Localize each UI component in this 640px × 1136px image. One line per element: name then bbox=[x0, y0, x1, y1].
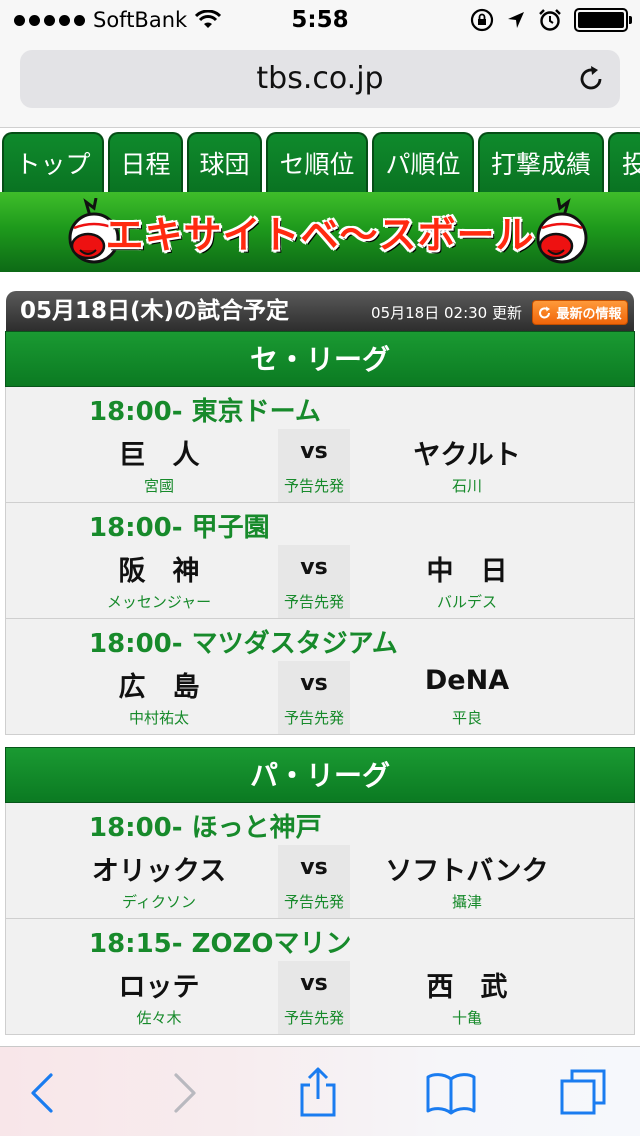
home-starting-pitcher: 宮國 bbox=[143, 477, 174, 495]
schedule-header: 05月18日(木)の試合予定 05月18日 02:30 更新 最新の情報 bbox=[6, 291, 634, 331]
vs-label: vs bbox=[300, 855, 328, 880]
vs-label: vs bbox=[300, 971, 328, 996]
browser-address-area: tbs.co.jp bbox=[0, 40, 640, 128]
game-time-venue: 18:15- ZOZOマリン bbox=[89, 929, 352, 959]
game-time-venue: 18:00- ほっと神戸 bbox=[89, 813, 322, 843]
site-banner[interactable]: エキサイトベ〜スボール bbox=[0, 192, 640, 272]
tab-pitching-stats[interactable]: 投 bbox=[608, 132, 640, 192]
home-starting-pitcher: 佐々木 bbox=[136, 1009, 182, 1027]
home-team[interactable]: 巨 人 bbox=[54, 433, 264, 472]
away-team[interactable]: 中 日 bbox=[362, 549, 572, 588]
updated-timestamp: 05月18日 02:30 更新 bbox=[371, 304, 522, 322]
game-time-venue: 18:00- マツダスタジアム bbox=[89, 629, 398, 659]
game-row[interactable]: 18:00- ほっと神戸 オリックス vs ソフトバンク ディクソン 予告先発 … bbox=[5, 803, 635, 919]
home-team[interactable]: オリックス bbox=[54, 849, 264, 888]
share-icon[interactable] bbox=[292, 1067, 344, 1119]
alarm-icon bbox=[539, 9, 561, 31]
game-time-venue: 18:00- 甲子園 bbox=[89, 513, 270, 543]
away-team[interactable]: ヤクルト bbox=[362, 433, 572, 472]
url-text[interactable]: tbs.co.jp bbox=[20, 50, 620, 108]
refresh-icon bbox=[539, 306, 551, 318]
game-row[interactable]: 18:15- ZOZOマリン ロッテ vs 西 武 佐々木 予告先発 十亀 bbox=[5, 919, 635, 1035]
game-row[interactable]: 18:00- マツダスタジアム 広 島 vs DeNA 中村祐太 予告先発 平良 bbox=[5, 619, 635, 735]
tabs-icon[interactable] bbox=[558, 1067, 610, 1119]
nav-tabs: トップ 日程 球団 セ順位 パ順位 打撃成績 投 bbox=[0, 132, 640, 192]
away-team[interactable]: 西 武 bbox=[362, 965, 572, 1004]
tab-schedule[interactable]: 日程 bbox=[108, 132, 183, 192]
home-starting-pitcher: ディクソン bbox=[122, 893, 196, 911]
away-team[interactable]: DeNA bbox=[362, 665, 572, 696]
league-header-central: セ・リーグ bbox=[5, 331, 635, 387]
reload-icon[interactable] bbox=[576, 64, 606, 94]
address-bar[interactable]: tbs.co.jp bbox=[20, 50, 620, 108]
schedule-title: 05月18日(木)の試合予定 bbox=[20, 298, 290, 324]
home-starting-pitcher: メッセンジャー bbox=[106, 593, 212, 611]
away-starting-pitcher: バルデス bbox=[436, 593, 497, 611]
browser-toolbar bbox=[0, 1046, 640, 1136]
tab-central-standings[interactable]: セ順位 bbox=[266, 132, 368, 192]
home-team[interactable]: 阪 神 bbox=[54, 549, 264, 588]
vs-label: vs bbox=[300, 439, 328, 464]
location-arrow-icon bbox=[508, 12, 524, 28]
away-team[interactable]: ソフトバンク bbox=[362, 849, 572, 888]
battery-icon bbox=[574, 8, 632, 32]
home-team[interactable]: ロッテ bbox=[54, 965, 264, 1004]
bookmarks-icon[interactable] bbox=[425, 1067, 477, 1119]
away-starting-pitcher: 石川 bbox=[451, 477, 482, 495]
home-team[interactable]: 広 島 bbox=[54, 665, 264, 704]
forward-icon[interactable] bbox=[158, 1067, 210, 1119]
away-starting-pitcher: 十亀 bbox=[451, 1009, 482, 1027]
home-starting-pitcher: 中村祐太 bbox=[128, 709, 189, 727]
baseball-mascot-icon bbox=[536, 198, 588, 264]
tab-teams[interactable]: 球団 bbox=[187, 132, 262, 192]
away-starting-pitcher: 平良 bbox=[451, 709, 482, 727]
game-time-venue: 18:00- 東京ドーム bbox=[89, 397, 321, 427]
status-bar: SoftBank 5:58 bbox=[0, 0, 640, 40]
league-header-pacific: パ・リーグ bbox=[5, 747, 635, 803]
status-right bbox=[470, 6, 632, 34]
game-row[interactable]: 18:00- 甲子園 阪 神 vs 中 日 メッセンジャー 予告先発 バルデス bbox=[5, 503, 635, 619]
away-starting-pitcher: 攝津 bbox=[451, 893, 482, 911]
vs-label: vs bbox=[300, 671, 328, 696]
rotation-lock-icon bbox=[470, 8, 494, 32]
latest-info-label: 最新の情報 bbox=[556, 307, 622, 322]
back-icon[interactable] bbox=[17, 1067, 69, 1119]
tab-pacific-standings[interactable]: パ順位 bbox=[372, 132, 474, 192]
vs-label: vs bbox=[300, 555, 328, 580]
latest-info-button[interactable]: 最新の情報 bbox=[532, 300, 628, 325]
tab-batting-stats[interactable]: 打撃成績 bbox=[478, 132, 604, 192]
game-row[interactable]: 18:00- 東京ドーム 巨 人 vs ヤクルト 宮國 予告先発 石川 bbox=[5, 387, 635, 503]
tab-top[interactable]: トップ bbox=[2, 132, 104, 192]
